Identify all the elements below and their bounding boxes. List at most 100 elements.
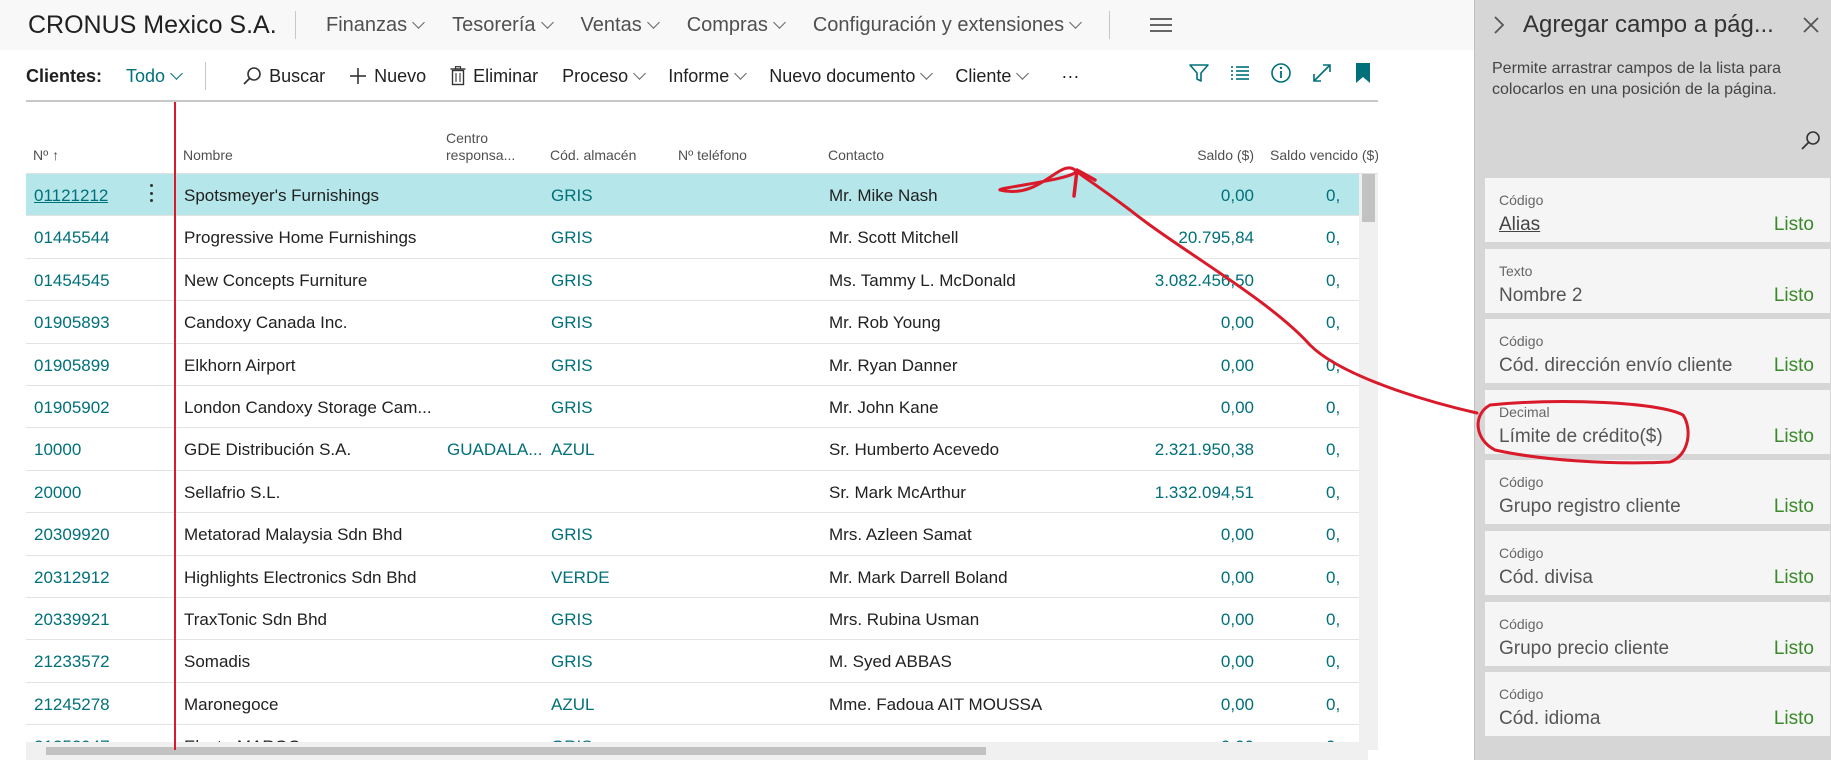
search-button[interactable]: Buscar bbox=[242, 66, 325, 87]
balance-value[interactable]: 2.321.950,38 bbox=[1116, 440, 1254, 460]
table-row[interactable]: 20312912 Highlights Electronics Sdn Bhd VE… bbox=[26, 556, 1359, 598]
column-header-saldo[interactable]: Saldo ($) bbox=[1156, 147, 1254, 164]
field-status: Listo bbox=[1773, 425, 1814, 447]
table-row[interactable]: 20000 Sellafrio S.L. Sr. Mark McArthur 1.33… bbox=[26, 471, 1359, 514]
field-card[interactable]: Decimal Límite de crédito($) Listo bbox=[1485, 389, 1830, 454]
customer-no-link[interactable]: 01905893 bbox=[34, 313, 110, 333]
view-selector[interactable]: Todo bbox=[126, 66, 183, 87]
customer-no-link[interactable]: 21245278 bbox=[34, 695, 110, 715]
horizontal-scrollbar[interactable] bbox=[26, 742, 1368, 760]
table-row[interactable]: 01905902 London Candoxy Storage Cam... GRI… bbox=[26, 386, 1359, 429]
location-code[interactable]: GRIS bbox=[551, 271, 593, 291]
nav-item-compras[interactable]: Compras bbox=[687, 14, 786, 37]
column-header-almacen[interactable]: Cód. almacén bbox=[550, 147, 636, 164]
customer-no-link[interactable]: 20309920 bbox=[34, 525, 110, 545]
vertical-scrollbar[interactable] bbox=[1359, 174, 1378, 750]
table-row[interactable]: 21233572 Somadis GRIS M. Syed ABBAS 0,00 0, bbox=[26, 640, 1359, 683]
field-card[interactable]: Código Alias Listo bbox=[1485, 178, 1830, 242]
field-card[interactable]: Código Cód. idioma Listo bbox=[1485, 672, 1830, 737]
field-card[interactable]: Código Cód. dirección envío cliente Listo bbox=[1485, 319, 1830, 384]
table-row[interactable]: 21245278 Maronegoce AZUL Mme. Fadoua AIT MO… bbox=[26, 683, 1359, 726]
balance-value[interactable]: 0,00 bbox=[1116, 610, 1254, 630]
location-code[interactable]: VERDE bbox=[551, 568, 610, 588]
balance-value[interactable]: 0,00 bbox=[1116, 186, 1254, 206]
page-title: Clientes: bbox=[26, 65, 103, 86]
balance-value[interactable]: 3.082.456,50 bbox=[1116, 271, 1254, 291]
table-row[interactable]: 10000 GDE Distribución S.A. GUADALA... AZUL… bbox=[26, 428, 1359, 471]
column-header-saldo-vencido[interactable]: Saldo vencido ($) bbox=[1261, 147, 1378, 164]
nav-item-tesoreria[interactable]: Tesorería bbox=[452, 14, 554, 37]
table-row[interactable]: 01445544 Progressive Home Furnishings GRIS… bbox=[26, 216, 1359, 259]
location-code[interactable]: GRIS bbox=[551, 186, 593, 206]
field-card[interactable]: Código Cód. divisa Listo bbox=[1485, 530, 1830, 595]
customer-menu[interactable]: Cliente bbox=[955, 66, 1030, 87]
nav-item-finanzas[interactable]: Finanzas bbox=[326, 14, 426, 37]
process-menu[interactable]: Proceso bbox=[562, 66, 647, 87]
nav-item-ventas[interactable]: Ventas bbox=[581, 14, 660, 37]
vertical-scroll-thumb[interactable] bbox=[1362, 174, 1375, 222]
company-name[interactable]: CRONUS Mexico S.A. bbox=[0, 11, 295, 40]
location-code[interactable]: AZUL bbox=[551, 695, 594, 715]
filter-icon[interactable] bbox=[1178, 62, 1219, 84]
balance-value[interactable]: 0,00 bbox=[1116, 525, 1254, 545]
balance-value[interactable]: 0,00 bbox=[1116, 568, 1254, 588]
column-header-telefono[interactable]: Nº teléfono bbox=[678, 147, 747, 164]
customer-no-link[interactable]: 01445544 bbox=[34, 228, 110, 248]
location-code[interactable]: GRIS bbox=[551, 398, 593, 418]
balance-value[interactable]: 0,00 bbox=[1116, 398, 1254, 418]
search-icon[interactable] bbox=[1799, 130, 1821, 152]
location-code[interactable]: GRIS bbox=[551, 610, 593, 630]
customer-no-link[interactable]: 21233572 bbox=[34, 652, 110, 672]
balance-value[interactable]: 0,00 bbox=[1116, 695, 1254, 715]
table-row[interactable]: 01905893 Candoxy Canada Inc. GRIS Mr. Rob Y… bbox=[26, 301, 1359, 344]
field-card[interactable]: Código Grupo registro cliente Listo bbox=[1485, 460, 1830, 525]
list-view-icon[interactable] bbox=[1219, 62, 1260, 84]
location-code[interactable]: GRIS bbox=[551, 313, 593, 333]
column-header-contacto[interactable]: Contacto bbox=[828, 147, 884, 164]
close-icon[interactable] bbox=[1802, 16, 1820, 34]
info-icon[interactable] bbox=[1260, 62, 1301, 84]
location-code[interactable]: AZUL bbox=[551, 440, 594, 460]
nav-item-configuracion[interactable]: Configuración y extensiones bbox=[813, 14, 1082, 37]
balance-value[interactable]: 20.795,84 bbox=[1116, 228, 1254, 248]
field-card[interactable]: Código Grupo precio cliente Listo bbox=[1485, 601, 1830, 666]
chevron-right-icon[interactable] bbox=[1493, 15, 1505, 35]
location-code[interactable]: GRIS bbox=[551, 228, 593, 248]
responsibility-center[interactable]: GUADALA... bbox=[447, 440, 547, 460]
horizontal-scroll-thumb[interactable] bbox=[46, 747, 986, 755]
row-actions-icon[interactable] bbox=[150, 184, 154, 202]
table-row[interactable]: 20339921 TraxTonic Sdn Bhd GRIS Mrs. Rubina… bbox=[26, 598, 1359, 641]
location-code[interactable]: GRIS bbox=[551, 356, 593, 376]
customer-no-link[interactable]: 01121212 bbox=[34, 186, 108, 206]
balance-value[interactable]: 0,00 bbox=[1116, 356, 1254, 376]
balance-value[interactable]: 1.332.094,51 bbox=[1116, 483, 1254, 503]
expand-icon[interactable] bbox=[1301, 62, 1342, 84]
customer-no-link[interactable]: 20312912 bbox=[34, 568, 110, 588]
customer-no-link[interactable]: 01905902 bbox=[34, 398, 110, 418]
customer-no-link[interactable]: 10000 bbox=[34, 440, 81, 460]
hamburger-icon[interactable] bbox=[1150, 18, 1173, 32]
report-menu[interactable]: Informe bbox=[668, 66, 748, 87]
balance-value[interactable]: 0,00 bbox=[1116, 313, 1254, 333]
balance-value[interactable]: 0,00 bbox=[1116, 652, 1254, 672]
table-row[interactable]: 01905899 Elkhorn Airport GRIS Mr. Ryan Dann… bbox=[26, 344, 1359, 386]
location-code[interactable]: GRIS bbox=[551, 525, 593, 545]
table-row[interactable]: 01121212 Spotsmeyer's Furnishings GRIS Mr. … bbox=[26, 174, 1359, 217]
column-header-centro[interactable]: Centro responsa... bbox=[446, 130, 515, 164]
customer-no-link[interactable]: 01454545 bbox=[34, 271, 110, 291]
customer-no-link[interactable]: 20000 bbox=[34, 483, 81, 503]
column-header-no[interactable]: Nº ↑ bbox=[33, 147, 59, 164]
table-row[interactable]: 20309920 Metatorad Malaysia Sdn Bhd GRIS Mr… bbox=[26, 513, 1359, 556]
customer-no-link[interactable]: 20339921 bbox=[34, 610, 110, 630]
more-options-button[interactable]: ··· bbox=[1061, 66, 1079, 87]
bookmark-icon[interactable] bbox=[1342, 62, 1383, 84]
column-header-nombre[interactable]: Nombre bbox=[183, 147, 233, 164]
delete-button[interactable]: Eliminar bbox=[450, 66, 538, 87]
location-code[interactable]: GRIS bbox=[551, 652, 593, 672]
field-card[interactable]: Texto Nombre 2 Listo bbox=[1485, 248, 1830, 313]
delete-button-label: Eliminar bbox=[473, 65, 539, 86]
table-row[interactable]: 01454545 New Concepts Furniture GRIS Ms. Ta… bbox=[26, 259, 1359, 302]
customer-no-link[interactable]: 01905899 bbox=[34, 356, 110, 376]
new-document-menu[interactable]: Nuevo documento bbox=[769, 66, 934, 87]
new-button[interactable]: Nuevo bbox=[349, 66, 426, 87]
